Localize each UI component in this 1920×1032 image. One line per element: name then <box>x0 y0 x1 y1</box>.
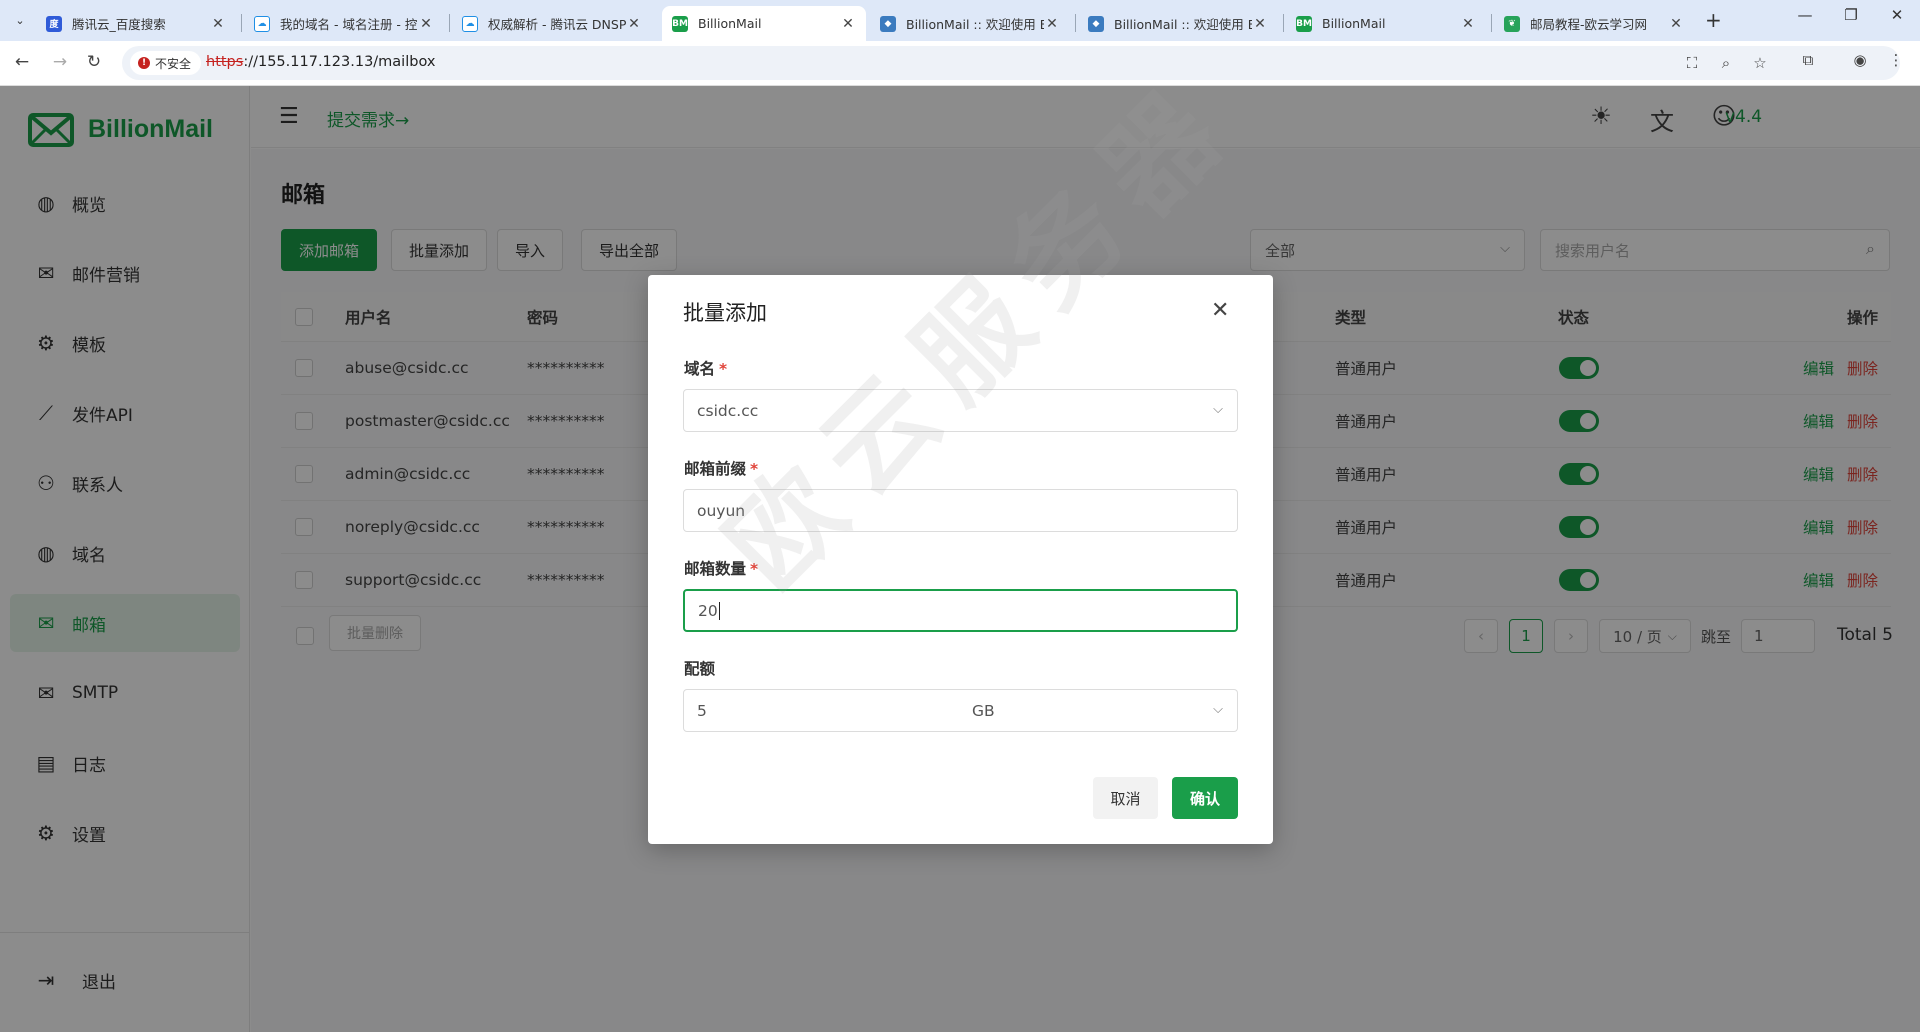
url-field[interactable]: ! 不安全 https://155.117.123.13/mailbox ⛶ ⌕… <box>122 46 1900 80</box>
close-icon[interactable]: ✕ <box>1211 298 1229 323</box>
back-icon[interactable]: ← <box>10 52 34 72</box>
restore-icon[interactable]: ❐ <box>1831 6 1871 24</box>
chevron-down-icon: ⌵ <box>1213 402 1223 417</box>
domain-label: 域名 * <box>684 360 728 378</box>
forward-icon[interactable]: → <box>48 52 72 72</box>
browser-tab[interactable]: 度 腾讯云_百度搜索 ✕ <box>36 6 236 41</box>
extensions-icon[interactable]: ⧉ <box>1798 51 1818 69</box>
tab-separator <box>1283 14 1284 32</box>
quota-unit-select[interactable]: GB ⌵ <box>959 689 1238 732</box>
close-icon[interactable]: ✕ <box>840 16 856 32</box>
tab-separator <box>449 14 450 32</box>
browser-menu-icon[interactable]: ⋮ <box>1886 51 1906 69</box>
bookmark-star-icon[interactable]: ☆ <box>1750 54 1770 72</box>
baidu-icon: 度 <box>46 15 62 32</box>
tencent-cloud-icon: ☁ <box>462 15 478 32</box>
batch-add-dialog: 批量添加 ✕ 域名 * csidc.cc ⌵ 邮箱前缀 * ouyun 邮箱数量 * … <box>648 275 1273 844</box>
browser-tab-bar: ⌄ 度 腾讯云_百度搜索 ✕ ☁ 我的域名 - 域名注册 - 控 ✕ ☁ 权威解… <box>0 0 1920 41</box>
close-icon[interactable]: ✕ <box>626 16 642 32</box>
browser-tab[interactable]: ◆ BillionMail :: 欢迎使用 B ✕ <box>870 6 1070 41</box>
tab-search-icon[interactable]: ⌄ <box>8 8 32 32</box>
leaf-icon: ❦ <box>1504 15 1520 32</box>
cancel-button[interactable]: 取消 <box>1093 777 1158 819</box>
translate-icon[interactable]: ⛶ <box>1682 54 1702 72</box>
close-icon[interactable]: ✕ <box>1668 16 1684 32</box>
warning-icon: ! <box>138 57 150 69</box>
address-bar: ← → ↻ ! 不安全 https://155.117.123.13/mailb… <box>0 41 1920 86</box>
count-label: 邮箱数量 * <box>684 560 759 578</box>
window-close-icon[interactable]: ✕ <box>1877 6 1917 24</box>
close-icon[interactable]: ✕ <box>1044 16 1060 32</box>
tab-separator <box>1491 14 1492 32</box>
browser-tab-active[interactable]: BM BillionMail ✕ <box>662 6 866 41</box>
tab-separator <box>241 14 242 32</box>
close-icon[interactable]: ✕ <box>1252 16 1268 32</box>
roundcube-icon: ◆ <box>1088 15 1104 32</box>
security-indicator[interactable]: ! 不安全 <box>130 51 202 75</box>
browser-tab[interactable]: ❦ 邮局教程-欧云学习网 ✕ <box>1494 6 1694 41</box>
reload-icon[interactable]: ↻ <box>82 52 106 72</box>
profile-icon[interactable]: ◉ <box>1850 51 1870 69</box>
quota-input[interactable]: 5 <box>683 689 960 732</box>
browser-tab[interactable]: ☁ 权威解析 - 腾讯云 DNSP ✕ <box>452 6 652 41</box>
close-icon[interactable]: ✕ <box>418 16 434 32</box>
dialog-title: 批量添加 <box>683 301 767 325</box>
text-caret <box>718 601 720 620</box>
tab-separator <box>1075 14 1076 32</box>
minimize-icon[interactable]: — <box>1785 6 1825 24</box>
confirm-button[interactable]: 确认 <box>1172 777 1238 819</box>
browser-tab[interactable]: BM BillionMail ✕ <box>1286 6 1486 41</box>
roundcube-icon: ◆ <box>880 15 896 32</box>
close-icon[interactable]: ✕ <box>1460 16 1476 32</box>
count-input[interactable]: 20 <box>683 589 1238 632</box>
close-icon[interactable]: ✕ <box>210 16 226 32</box>
prefix-label: 邮箱前缀 * <box>684 460 759 478</box>
domain-select[interactable]: csidc.cc ⌵ <box>683 389 1238 432</box>
chevron-down-icon: ⌵ <box>1213 702 1223 717</box>
url-text: https://155.117.123.13/mailbox <box>206 54 436 70</box>
browser-tab[interactable]: ☁ 我的域名 - 域名注册 - 控 ✕ <box>244 6 444 41</box>
browser-tab[interactable]: ◆ BillionMail :: 欢迎使用 B ✕ <box>1078 6 1278 41</box>
billionmail-icon: BM <box>672 15 688 32</box>
tencent-cloud-icon: ☁ <box>254 15 270 32</box>
billionmail-icon: BM <box>1296 15 1312 32</box>
prefix-input[interactable]: ouyun <box>683 489 1238 532</box>
quota-label: 配额 <box>684 660 716 678</box>
new-tab-icon[interactable]: + <box>1705 8 1722 32</box>
zoom-icon[interactable]: ⌕ <box>1716 54 1736 72</box>
